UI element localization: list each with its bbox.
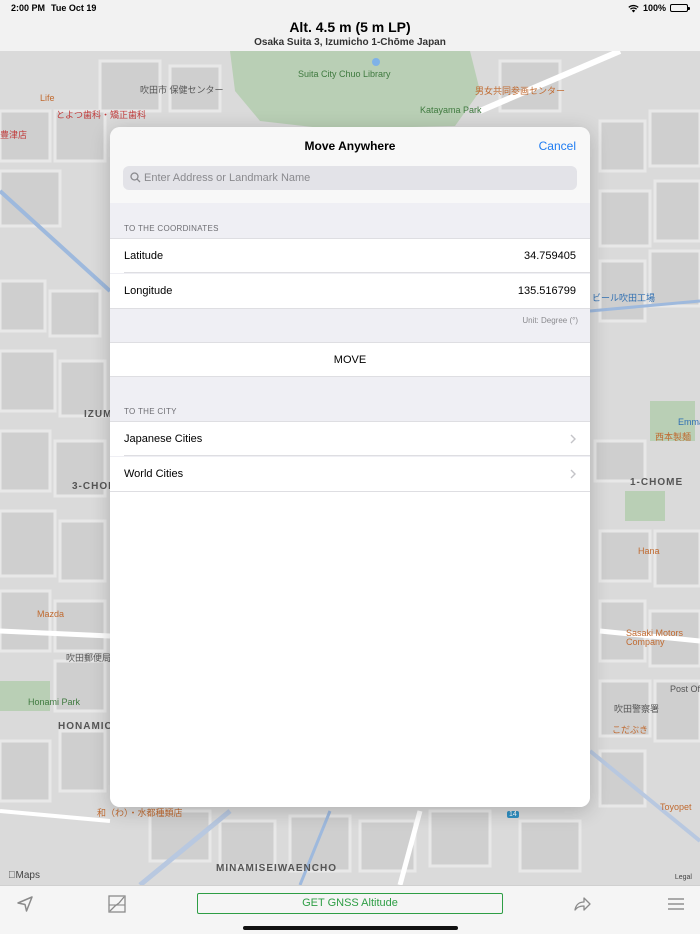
map-label-minamiseiwaencho: MINAMISEIWAENCHO: [216, 863, 337, 874]
map-label-honamic: HONAMIC: [58, 721, 113, 732]
move-button[interactable]: MOVE: [110, 342, 590, 377]
japanese-cities-row[interactable]: Japanese Cities: [110, 421, 590, 456]
map-label-kodarubee: こだぶき: [612, 725, 649, 735]
map-label-mazda: Mazda: [37, 609, 65, 619]
latitude-label: Latitude: [124, 250, 164, 262]
search-icon: [130, 172, 141, 183]
chart-icon[interactable]: [107, 894, 127, 914]
map-label-honami-park: Honami Park: [28, 697, 81, 707]
map-label-gender-center: 男女共同参画センター: [475, 86, 566, 96]
coordinates-section-header: TO THE COORDINATES: [124, 224, 219, 233]
search-box[interactable]: [123, 166, 577, 190]
battery-icon: [670, 4, 690, 12]
latitude-row[interactable]: Latitude 34.759405: [110, 238, 590, 273]
status-time: 2:00 PM: [11, 3, 46, 13]
japanese-cities-label: Japanese Cities: [124, 433, 203, 445]
altitude-title: Alt. 4.5 m (5 m LP): [289, 19, 411, 35]
map-label-dental: とよつ歯科・矯正歯科: [56, 110, 147, 120]
status-bar: 2:00 PM Tue Oct 19 100%: [0, 0, 700, 16]
chevron-right-icon: [570, 469, 576, 479]
park-area: [625, 491, 665, 521]
share-icon[interactable]: [572, 894, 592, 914]
unit-note: Unit: Degree (°): [522, 316, 578, 325]
move-anywhere-dialog: Move Anywhere Cancel TO THE COORDINATES …: [110, 127, 590, 807]
world-cities-row[interactable]: World Cities: [110, 457, 590, 492]
map-label-wagu: 和（わ）・水都種類店: [97, 808, 183, 818]
address-search-input[interactable]: [144, 166, 564, 190]
map-label-post-office: Post Offi: [670, 684, 700, 694]
map-label-katayama-park: Katayama Park: [420, 105, 482, 115]
status-date: Tue Oct 19: [51, 3, 97, 13]
location-header: Alt. 4.5 m (5 m LP) Osaka Suita 3, Izumi…: [0, 16, 700, 51]
longitude-row[interactable]: Longitude 135.516799: [110, 274, 590, 309]
longitude-label: Longitude: [124, 285, 173, 297]
map-label-suita-post: 吹田郵便局: [66, 653, 112, 663]
chevron-right-icon: [570, 434, 576, 444]
world-cities-label: World Cities: [124, 468, 184, 480]
longitude-value[interactable]: 135.516799: [518, 285, 576, 297]
location-arrow-icon[interactable]: [15, 894, 35, 914]
latitude-value[interactable]: 34.759405: [524, 250, 576, 262]
map-label-health-center: 吹田市 保健センター: [140, 85, 224, 95]
legal-link[interactable]: Legal: [675, 874, 692, 881]
park-area: [230, 51, 480, 129]
map-label-beer-factory: ビール吹田工場: [592, 293, 656, 303]
dialog-header: Move Anywhere Cancel: [110, 127, 590, 163]
map-label-hana: Hana: [638, 546, 660, 556]
status-indicators: 100%: [628, 3, 690, 13]
dialog-title: Move Anywhere: [304, 139, 396, 153]
map-label-suita-police: 吹田警察署: [614, 704, 660, 714]
home-indicator: [243, 926, 458, 930]
search-area: [110, 163, 590, 203]
map-label-izumi: IZUM: [84, 409, 113, 420]
get-gnss-altitude-button[interactable]: GET GNSS Altitude: [197, 893, 503, 914]
map-label-route-14: 14: [507, 811, 519, 818]
map-label-one-chome: 1-CHOME: [630, 477, 684, 488]
map-label-toyopet: Toyopet: [660, 802, 692, 812]
battery-percent: 100%: [642, 3, 666, 13]
map-label-sasaki-motors: Sasaki Motors Company: [626, 628, 684, 647]
city-section-header: TO THE CITY: [124, 407, 177, 416]
map-label-toyotsu: 豊津店: [0, 130, 28, 140]
map-label-library: Suita City Chuo Library: [298, 69, 391, 79]
wifi-icon: [628, 4, 639, 12]
dialog-empty-area: [110, 492, 590, 807]
apple-maps-logo: Maps: [8, 870, 40, 881]
address-subtitle: Osaka Suita 3, Izumicho 1-Chōme Japan: [254, 37, 446, 48]
map-label-life: Life: [40, 93, 55, 103]
bottom-toolbar: GET GNSS Altitude: [0, 885, 700, 934]
cancel-button[interactable]: Cancel: [539, 139, 576, 153]
map-label-emma: Emma: [678, 417, 700, 427]
menu-icon[interactable]: [666, 894, 686, 914]
map-label-nishimura: 西本製麺: [655, 432, 692, 442]
